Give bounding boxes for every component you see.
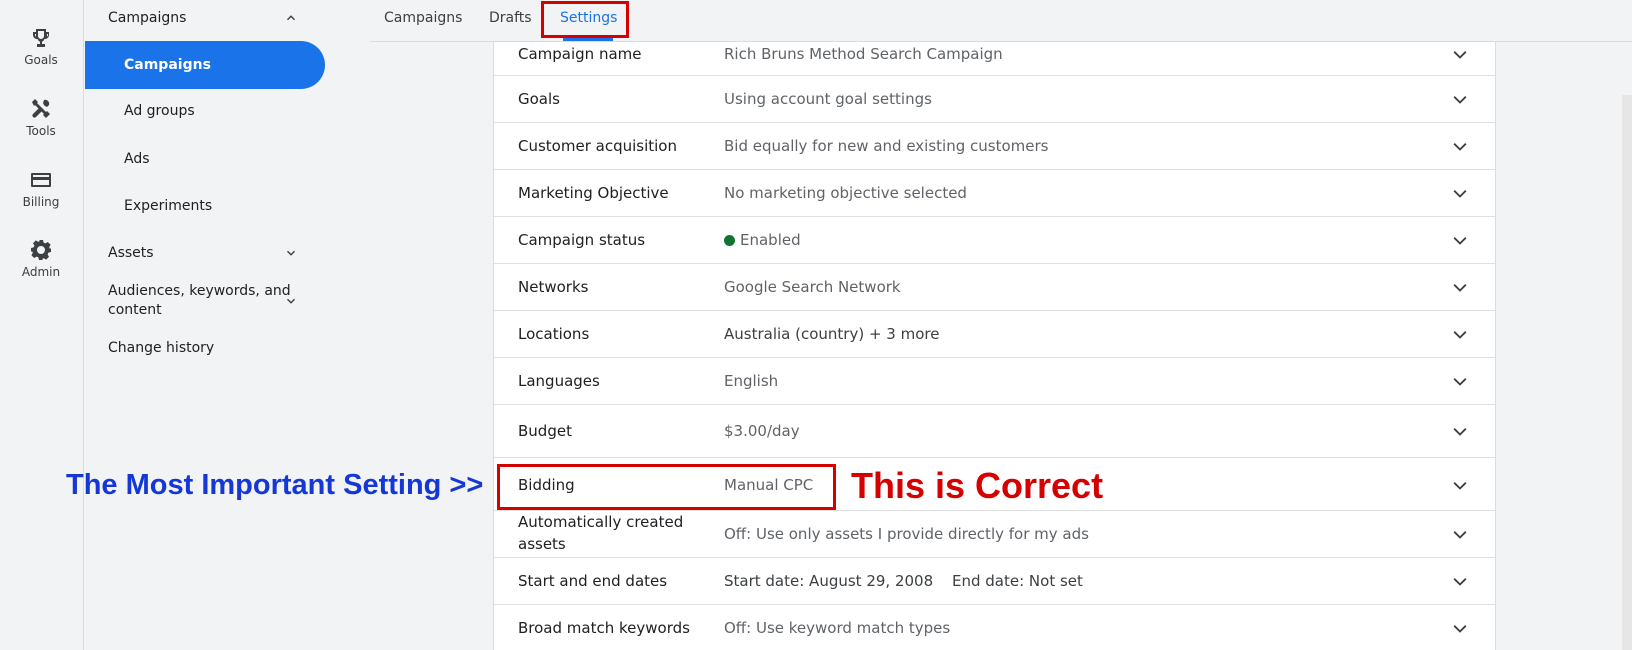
setting-row-goals[interactable]: Goals Using account goal settings	[494, 76, 1495, 123]
rail-label: Tools	[26, 124, 56, 138]
chevron-down-icon[interactable]	[1450, 278, 1470, 298]
setting-value: No marketing objective selected	[724, 184, 967, 202]
rail-tools[interactable]: Tools	[0, 97, 82, 138]
sidebar-section-audiences[interactable]: Audiences, keywords, and content	[85, 281, 370, 321]
sidebar-item-change-history[interactable]: Change history	[85, 336, 370, 360]
setting-row-campaign-status[interactable]: Campaign status Enabled	[494, 217, 1495, 264]
sidebar-item-label: Assets	[108, 245, 154, 261]
setting-value: Off: Use only assets I provide directly …	[724, 525, 1089, 543]
sidebar-item-experiments[interactable]: Experiments	[85, 194, 370, 218]
rail-goals[interactable]: Goals	[0, 26, 82, 67]
active-tab-indicator	[563, 38, 613, 41]
trophy-icon	[33, 29, 49, 47]
chevron-down-icon[interactable]	[1450, 525, 1470, 545]
setting-value: $3.00/day	[724, 422, 800, 440]
setting-name: Start and end dates	[518, 572, 668, 590]
chevron-down-icon[interactable]	[1450, 231, 1470, 251]
chevron-up-icon	[287, 15, 295, 21]
setting-name: Campaign status	[518, 231, 646, 249]
sidebar-item-label: Experiments	[124, 198, 213, 214]
setting-row-networks[interactable]: Networks Google Search Network	[494, 264, 1495, 311]
setting-value: Using account goal settings	[724, 90, 932, 108]
setting-row-budget[interactable]: Budget $3.00/day	[494, 405, 1495, 458]
status-enabled-dot	[724, 235, 735, 246]
setting-row-campaign-name[interactable]: Campaign name Rich Bruns Method Search C…	[494, 42, 1495, 76]
highlight-box-bidding	[497, 464, 836, 510]
chevron-down-icon[interactable]	[1450, 372, 1470, 392]
chevron-down-icon[interactable]	[1450, 619, 1470, 639]
setting-name-line: Automatically created	[518, 513, 684, 531]
tools-icon	[32, 99, 50, 118]
chevron-down-icon	[287, 298, 295, 304]
setting-row-customer-acquisition[interactable]: Customer acquisition Bid equally for new…	[494, 123, 1495, 170]
setting-name: Budget	[518, 422, 572, 440]
chevron-down-icon[interactable]	[1450, 325, 1470, 345]
tab-drafts[interactable]: Drafts	[489, 10, 532, 26]
sidebar-label-line: content	[108, 302, 162, 318]
chevron-down-icon[interactable]	[1450, 137, 1470, 157]
setting-value: Bid equally for new and existing custome…	[724, 137, 1049, 155]
chevron-down-icon[interactable]	[1450, 45, 1470, 65]
chevron-down-icon	[287, 250, 295, 256]
setting-value: Off: Use keyword match types	[724, 619, 951, 637]
setting-name: Campaign name	[518, 45, 642, 63]
rail-label: Billing	[22, 195, 60, 209]
sidebar-nav: Campaigns Campaigns Ad groups Ads Experi…	[85, 0, 370, 650]
gear-icon	[31, 240, 51, 260]
sidebar-item-label: Ads	[124, 151, 150, 167]
sidebar-section-campaigns[interactable]: Campaigns	[85, 6, 370, 30]
setting-value-start: Start date: August 29, 2008	[724, 572, 934, 590]
sidebar-item-label: Audiences, keywords, and content	[108, 282, 291, 320]
rail-label: Admin	[21, 265, 61, 279]
setting-name: Automatically created assets	[518, 511, 698, 555]
chevron-down-icon[interactable]	[1450, 90, 1470, 110]
setting-name: Networks	[518, 278, 589, 296]
scrollbar[interactable]	[1622, 95, 1632, 650]
setting-value: Google Search Network	[724, 278, 901, 296]
tab-campaigns[interactable]: Campaigns	[384, 10, 462, 26]
credit-card-icon	[31, 173, 51, 187]
setting-name: Customer acquisition	[518, 137, 677, 155]
setting-value: Australia (country) + 3 more	[724, 325, 940, 343]
sidebar-section-assets[interactable]: Assets	[85, 241, 370, 265]
setting-row-auto-assets[interactable]: Automatically created assets Off: Use on…	[494, 511, 1495, 558]
setting-row-marketing-objective[interactable]: Marketing Objective No marketing objecti…	[494, 170, 1495, 217]
highlight-box-settings-tab	[541, 1, 629, 38]
sidebar-item-campaigns[interactable]: Campaigns	[85, 41, 325, 89]
chevron-down-icon[interactable]	[1450, 184, 1470, 204]
rail-admin[interactable]: Admin	[0, 238, 82, 279]
setting-row-broad-match[interactable]: Broad match keywords Off: Use keyword ma…	[494, 605, 1495, 650]
setting-name-line: assets	[518, 535, 566, 553]
chevron-down-icon[interactable]	[1450, 422, 1470, 442]
setting-name: Goals	[518, 90, 560, 108]
rail-billing[interactable]: Billing	[0, 168, 82, 209]
campaign-settings-panel: Campaign name Rich Bruns Method Search C…	[493, 42, 1496, 650]
setting-value-end: End date: Not set	[952, 572, 1083, 590]
left-rail: Goals Tools Billing Admin	[0, 0, 84, 650]
status-text: Enabled	[740, 231, 801, 249]
setting-name: Broad match keywords	[518, 619, 690, 637]
sidebar-item-label: Campaigns	[108, 10, 187, 26]
sidebar-item-ad-groups[interactable]: Ad groups	[85, 99, 370, 123]
setting-value: Enabled	[724, 229, 801, 251]
sidebar-item-label: Campaigns	[124, 57, 211, 73]
setting-row-languages[interactable]: Languages English	[494, 358, 1495, 405]
sidebar-item-label: Change history	[108, 340, 215, 356]
annotation-most-important: The Most Important Setting >>	[66, 469, 484, 501]
chevron-down-icon[interactable]	[1450, 572, 1470, 592]
setting-name: Languages	[518, 372, 600, 390]
setting-row-locations[interactable]: Locations Australia (country) + 3 more	[494, 311, 1495, 358]
sidebar-item-ads[interactable]: Ads	[85, 147, 370, 171]
sidebar-item-label: Ad groups	[124, 103, 195, 119]
setting-value: Rich Bruns Method Search Campaign	[724, 45, 1003, 63]
setting-row-dates[interactable]: Start and end dates Start date: August 2…	[494, 558, 1495, 605]
rail-label: Goals	[24, 53, 58, 67]
annotation-correct: This is Correct	[851, 465, 1104, 506]
setting-name: Marketing Objective	[518, 184, 669, 202]
chevron-down-icon[interactable]	[1450, 476, 1470, 496]
setting-value: English	[724, 372, 779, 390]
setting-name: Locations	[518, 325, 590, 343]
sidebar-label-line: Audiences, keywords, and	[108, 283, 291, 299]
